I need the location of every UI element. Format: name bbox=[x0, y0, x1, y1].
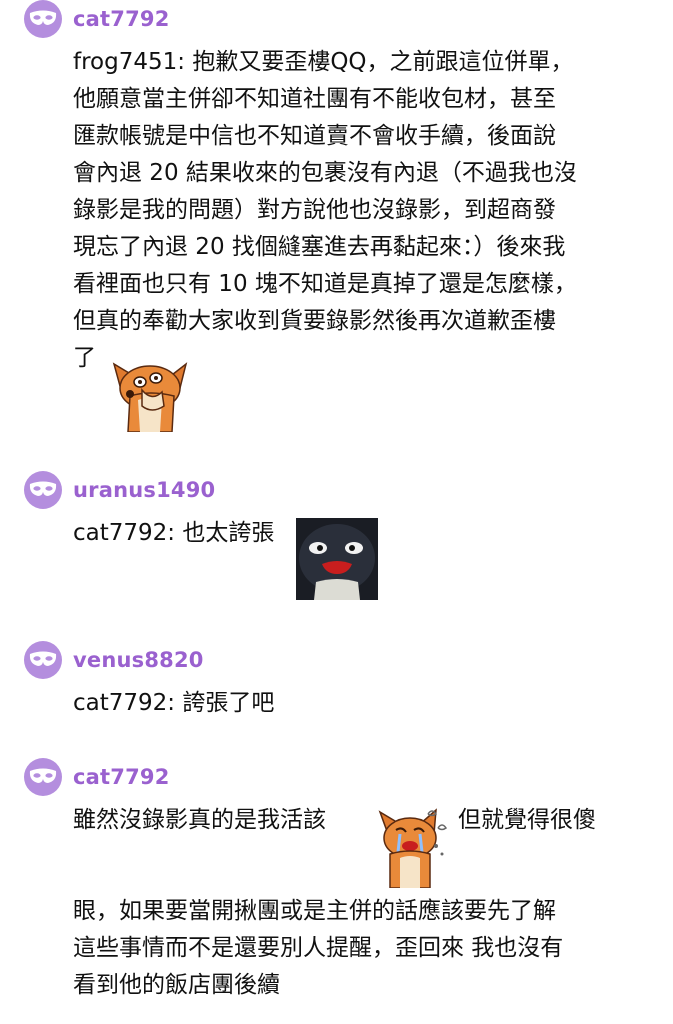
comment-text: cat7792: 也太誇張 bbox=[73, 515, 293, 552]
comment-text: 但就覺得很傻 bbox=[458, 802, 648, 839]
avatar[interactable] bbox=[24, 0, 62, 38]
penguin-photo-sticker[interactable] bbox=[296, 518, 378, 600]
avatar[interactable] bbox=[24, 641, 62, 679]
comment-line: 看裡面也只有 10 塊不知道是真掉了還是怎麼樣， bbox=[73, 271, 577, 297]
comment-2: uranus1490 cat7792: 也太誇張 bbox=[0, 471, 673, 611]
username[interactable]: cat7792 bbox=[73, 765, 170, 789]
comment-line: 這些事情而不是還要別人提醒，歪回來 我也沒有 bbox=[73, 935, 564, 961]
comment-text: 眼，如果要當開揪團或是主併的話應該要先了解 這些事情而不是還要別人提醒，歪回來 … bbox=[73, 893, 653, 1004]
comment-1: cat7792 frog7451: 抱歉又要歪樓QQ，之前跟這位併單， 他願意當… bbox=[0, 0, 673, 440]
comment-text: frog7451: 抱歉又要歪樓QQ，之前跟這位併單， 他願意當主併卻不知道社團… bbox=[73, 44, 653, 377]
avatar[interactable] bbox=[24, 758, 62, 796]
comment-line: 但真的奉勸大家收到貨要錄影然後再次道歉歪樓 bbox=[73, 308, 556, 334]
mask-icon bbox=[29, 10, 57, 25]
comment-line: 雖然沒錄影真的是我活該 bbox=[73, 807, 326, 833]
comment-line: 會內退 20 結果收來的包裹沒有內退（不過我也沒 bbox=[73, 160, 577, 186]
mask-icon bbox=[29, 481, 57, 496]
comment-header: venus8820 bbox=[24, 641, 204, 679]
comment-line: 他願意當主併卻不知道社團有不能收包材，甚至 bbox=[73, 86, 556, 112]
comment-line: frog7451: 抱歉又要歪樓QQ，之前跟這位併單， bbox=[73, 49, 574, 75]
username[interactable]: uranus1490 bbox=[73, 478, 215, 502]
comment-line: 看到他的飯店團後續 bbox=[73, 972, 280, 998]
comment-header: cat7792 bbox=[24, 0, 170, 38]
username[interactable]: venus8820 bbox=[73, 648, 204, 672]
comment-4: cat7792 雖然沒錄影真的是我活該 但就覺得很傻 眼，如果要當開揪團或是主併… bbox=[0, 758, 673, 1024]
comment-line: 現忘了內退 20 找個縫塞進去再黏起來：）後來我 bbox=[73, 234, 566, 260]
comment-line: cat7792: 也太誇張 bbox=[73, 520, 275, 546]
comment-line: 眼，如果要當開揪團或是主併的話應該要先了解 bbox=[73, 898, 556, 924]
comment-header: uranus1490 bbox=[24, 471, 215, 509]
comment-text: 雖然沒錄影真的是我活該 bbox=[73, 802, 373, 839]
comment-text: cat7792: 誇張了吧 bbox=[73, 685, 653, 722]
comment-line: cat7792: 誇張了吧 bbox=[73, 690, 275, 716]
comment-line: 匯款帳號是中信也不知道賣不會收手續，後面說 bbox=[73, 123, 556, 149]
comment-header: cat7792 bbox=[24, 758, 170, 796]
mask-icon bbox=[29, 768, 57, 783]
comment-line: 但就覺得很傻 bbox=[458, 807, 596, 833]
comment-line: 錄影是我的問題）對方說他也沒錄影，到超商發 bbox=[73, 197, 556, 223]
fox-hand-on-face-sticker[interactable] bbox=[112, 356, 188, 433]
mask-icon bbox=[29, 651, 57, 666]
comment-3: venus8820 cat7792: 誇張了吧 bbox=[0, 641, 673, 731]
avatar[interactable] bbox=[24, 471, 62, 509]
fox-crying-sticker[interactable] bbox=[374, 806, 450, 889]
username[interactable]: cat7792 bbox=[73, 7, 170, 31]
